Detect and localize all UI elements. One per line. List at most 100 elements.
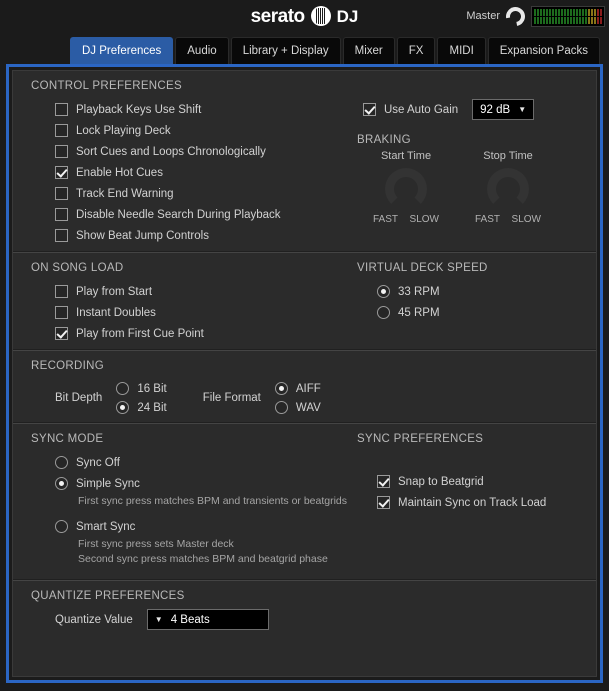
virtual-deck-speed-radio-list: 33 RPM 45 RPM — [349, 281, 596, 323]
quantize-value-dropdown[interactable]: ▼ 4 Beats — [147, 609, 269, 630]
chevron-down-icon: ▼ — [155, 615, 163, 624]
meter-segment — [549, 17, 551, 24]
sync-preferences-title: SYNC PREFERENCES — [349, 433, 596, 445]
16-bit-radio[interactable] — [116, 382, 129, 395]
braking-knob-group: Start TimeFASTSLOWStop TimeFASTSLOW — [349, 150, 596, 225]
section-quantize-preferences: QUANTIZE PREFERENCES Quantize Value ▼ 4 … — [13, 580, 596, 636]
show-beat-jump-controls-checkbox[interactable] — [55, 229, 68, 242]
smart-sync-radio[interactable] — [55, 520, 68, 533]
track-end-warning-label: Track End Warning — [76, 188, 174, 200]
auto-gain-value-dropdown[interactable]: 92 dB ▼ — [472, 99, 534, 120]
play-from-first-cue-point-checkbox[interactable] — [55, 327, 68, 340]
snap-to-beatgrid-checkbox[interactable] — [377, 475, 390, 488]
master-gain-knob[interactable] — [502, 3, 528, 29]
tab-audio[interactable]: Audio — [175, 37, 228, 64]
meter-segment — [579, 17, 581, 24]
sync-off-radio[interactable] — [55, 456, 68, 469]
braking-title: BRAKING — [349, 134, 596, 146]
maintain-sync-on-track-load-checkbox[interactable] — [377, 496, 390, 509]
tab-library-display[interactable]: Library + Display — [231, 37, 341, 64]
simple-sync-label: Simple Sync — [76, 478, 140, 490]
sync-off-row: Sync Off — [13, 452, 349, 473]
braking-knob-scale: FASTSLOW — [475, 214, 541, 225]
45-rpm-row: 45 RPM — [349, 302, 596, 323]
braking-knob-start-time: Start TimeFASTSLOW — [373, 150, 439, 225]
16-bit-row: 16 Bit — [116, 379, 166, 398]
play-from-start-checkbox[interactable] — [55, 285, 68, 298]
spacer — [13, 509, 349, 516]
wav-radio[interactable] — [275, 401, 288, 414]
quantize-value-label: Quantize Value — [55, 614, 133, 626]
meter-segment — [558, 17, 560, 24]
enable-hot-cues-label: Enable Hot Cues — [76, 167, 163, 179]
meter-segment — [534, 9, 536, 16]
master-level-meter — [531, 6, 605, 27]
lock-playing-deck-row: Lock Playing Deck — [13, 120, 349, 141]
meter-segment — [543, 17, 545, 24]
meter-segment — [591, 17, 593, 24]
meter-segment — [594, 9, 596, 16]
meter-segment — [588, 17, 590, 24]
meter-segment — [567, 9, 569, 16]
meter-segment — [579, 9, 581, 16]
instant-doubles-checkbox[interactable] — [55, 306, 68, 319]
33-rpm-radio[interactable] — [377, 285, 390, 298]
33-rpm-row: 33 RPM — [349, 281, 596, 302]
33-rpm-label: 33 RPM — [398, 286, 440, 298]
control-preferences-checkbox-list: Playback Keys Use Shift Lock Playing Deck… — [13, 99, 349, 246]
enable-hot-cues-checkbox[interactable] — [55, 166, 68, 179]
simple-sync-description: First sync press matches BPM and transie… — [13, 494, 349, 509]
simple-sync-radio[interactable] — [55, 477, 68, 490]
tab-midi[interactable]: MIDI — [437, 37, 485, 64]
smart-sync-row: Smart Sync — [13, 516, 349, 537]
use-auto-gain-checkbox[interactable] — [363, 103, 376, 116]
brand-dj-label: DJ — [337, 8, 359, 25]
tab-expansion-packs[interactable]: Expansion Packs — [488, 37, 600, 64]
tab-label: Audio — [187, 45, 216, 57]
lock-playing-deck-checkbox[interactable] — [55, 124, 68, 137]
tab-fx[interactable]: FX — [397, 37, 436, 64]
meter-segment — [537, 17, 539, 24]
lock-playing-deck-label: Lock Playing Deck — [76, 125, 171, 137]
disable-needle-search-during-playback-checkbox[interactable] — [55, 208, 68, 221]
track-end-warning-checkbox[interactable] — [55, 187, 68, 200]
stop-time-knob[interactable] — [487, 168, 529, 210]
snap-to-beatgrid-row: Snap to Beatgrid — [349, 471, 596, 492]
meter-segment — [585, 9, 587, 16]
control-preferences-title: CONTROL PREFERENCES — [13, 80, 596, 92]
meter-segment — [543, 9, 545, 16]
track-end-warning-row: Track End Warning — [13, 183, 349, 204]
knob-max-label: SLOW — [410, 214, 439, 225]
24-bit-row: 24 Bit — [116, 398, 166, 417]
45-rpm-radio[interactable] — [377, 306, 390, 319]
section-control-preferences: CONTROL PREFERENCES Playback Keys Use Sh… — [13, 71, 596, 252]
tab-mixer[interactable]: Mixer — [343, 37, 395, 64]
aiff-radio[interactable] — [275, 382, 288, 395]
meter-segment — [591, 9, 593, 16]
meter-segment — [555, 9, 557, 16]
playback-keys-use-shift-checkbox[interactable] — [55, 103, 68, 116]
serato-emblem-icon — [311, 6, 331, 26]
spacer — [13, 567, 349, 574]
tab-dj-preferences[interactable]: DJ Preferences — [70, 37, 173, 64]
24-bit-radio[interactable] — [116, 401, 129, 414]
disable-needle-search-during-playback-label: Disable Needle Search During Playback — [76, 209, 281, 221]
meter-segment — [585, 17, 587, 24]
meter-segment — [597, 9, 599, 16]
meter-segment — [588, 9, 590, 16]
playback-keys-use-shift-row: Playback Keys Use Shift — [13, 99, 349, 120]
master-label: Master — [466, 10, 500, 22]
start-time-knob[interactable] — [385, 168, 427, 210]
knob-min-label: FAST — [475, 214, 500, 225]
smart-sync-label: Smart Sync — [76, 521, 135, 533]
sync-preferences-checkbox-list: Snap to BeatgridMaintain Sync on Track L… — [349, 471, 596, 513]
meter-segment — [582, 17, 584, 24]
meter-segment — [555, 17, 557, 24]
file-format-label: File Format — [203, 392, 261, 404]
recording-title: RECORDING — [13, 360, 596, 372]
playback-keys-use-shift-label: Playback Keys Use Shift — [76, 104, 201, 116]
meter-segment — [570, 17, 572, 24]
meter-segment — [540, 9, 542, 16]
sort-cues-and-loops-chronologically-checkbox[interactable] — [55, 145, 68, 158]
quantize-preferences-title: QUANTIZE PREFERENCES — [13, 590, 596, 602]
